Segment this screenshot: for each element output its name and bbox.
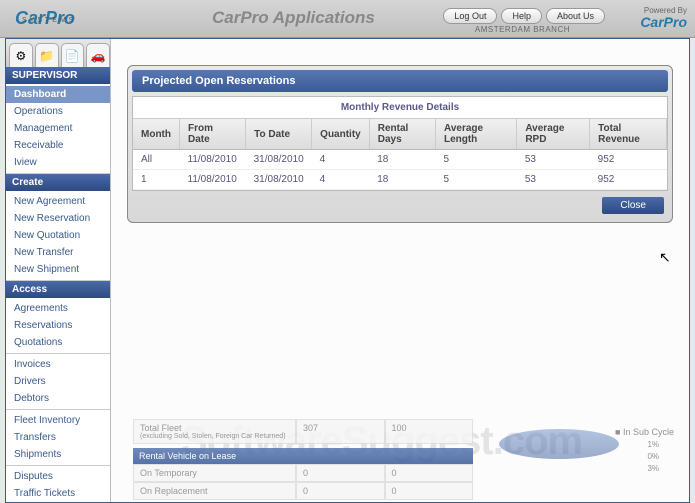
revenue-table: Month From Date To Date Quantity Rental … [133,119,667,190]
sidebar-item-management[interactable]: Management [6,120,110,137]
top-button-group: Log Out Help About Us [443,8,605,24]
col-to-date[interactable]: To Date [246,119,312,150]
modal-footer: Close [132,191,668,218]
main-frame: ⚙ 📁 📄 🚗 SUPERVISOR Dashboard Operations … [5,38,690,503]
sidebar: ⚙ 📁 📄 🚗 SUPERVISOR Dashboard Operations … [6,39,111,502]
folder-icon[interactable]: 📁 [35,43,59,67]
access-header: Access [6,281,110,298]
sidebar-item-new-reservation[interactable]: New Reservation [6,210,110,227]
modal-subtitle: Monthly Revenue Details [133,97,667,119]
total-fleet-v2: 100 [385,419,474,444]
col-quantity[interactable]: Quantity [312,119,370,150]
about-button[interactable]: About Us [546,8,605,24]
sidebar-item-invoices[interactable]: Invoices [6,356,110,373]
supervisor-header: SUPERVISOR [6,67,110,84]
logout-button[interactable]: Log Out [443,8,497,24]
bg-stats-panel: Total Fleet (excluding Sold, Stolen, For… [133,419,473,500]
sidebar-item-new-agreement[interactable]: New Agreement [6,193,110,210]
sidebar-item-quotations[interactable]: Quotations [6,334,110,351]
powered-by-logo: CarPro [640,14,687,30]
sidebar-item-dashboard[interactable]: Dashboard [6,86,110,103]
modal-body: Monthly Revenue Details Month From Date … [132,96,668,191]
table-row[interactable]: 1 11/08/2010 31/08/2010 4 18 5 53 952 [133,170,667,190]
on-temporary-v2: 0 [385,464,474,482]
col-total-revenue[interactable]: Total Revenue [590,119,667,150]
pie-pct-2: 0% [647,451,659,463]
sidebar-item-new-shipment[interactable]: New Shipment [6,261,110,278]
sidebar-item-new-quotation[interactable]: New Quotation [6,227,110,244]
sidebar-item-shipments[interactable]: Shipments [6,446,110,463]
sidebar-item-fleet-inventory[interactable]: Fleet Inventory [6,412,110,429]
table-row[interactable]: All 11/08/2010 31/08/2010 4 18 5 53 952 [133,150,667,170]
total-fleet-v1: 307 [296,419,385,444]
sidebar-item-debtors[interactable]: Debtors [6,390,110,407]
col-rental-days[interactable]: Rental Days [369,119,435,150]
pie-labels: 1% 0% 3% [647,439,659,475]
modal-title: Projected Open Reservations [132,70,668,92]
col-avg-rpd[interactable]: Average RPD [517,119,590,150]
create-header: Create [6,174,110,191]
sidebar-item-agreements[interactable]: Agreements [6,300,110,317]
gear-icon[interactable]: ⚙ [9,43,33,67]
top-bar: CarPro SYSTEMS CarPro Applications Log O… [0,0,695,38]
on-temporary-v1: 0 [296,464,385,482]
sidebar-item-operations[interactable]: Operations [6,103,110,120]
pie-pct-3: 3% [647,463,659,475]
pie-pct-1: 1% [647,439,659,451]
app-title: CarPro Applications [212,8,375,28]
content-area: SoftwareSuggest.com 1% 0% 3% ■ In Sub Cy… [111,39,689,502]
logo-subtext: SYSTEMS [22,17,76,24]
sidebar-item-disputes[interactable]: Disputes [6,468,110,485]
cursor-icon: ↖ [659,249,671,266]
document-icon[interactable]: 📄 [61,43,85,67]
car-icon[interactable]: 🚗 [86,43,110,67]
legend-item: ■ In Sub Cycle [615,427,674,437]
on-replacement-v1: 0 [296,482,385,500]
on-replacement-label: On Replacement [133,482,296,500]
modal-dialog: Projected Open Reservations Monthly Reve… [127,65,673,223]
pie-chart-bg [499,429,619,459]
col-month[interactable]: Month [133,119,180,150]
sidebar-item-receivable[interactable]: Receivable [6,137,110,154]
on-temporary-label: On Temporary [133,464,296,482]
total-fleet-label: Total Fleet (excluding Sold, Stolen, For… [133,419,296,444]
col-avg-length[interactable]: Average Length [435,119,516,150]
sidebar-item-drivers[interactable]: Drivers [6,373,110,390]
col-from-date[interactable]: From Date [180,119,246,150]
sidebar-item-traffic-tickets[interactable]: Traffic Tickets [6,485,110,502]
sidebar-item-reservations[interactable]: Reservations [6,317,110,334]
help-button[interactable]: Help [501,8,542,24]
branch-label: AMSTERDAM BRANCH [475,25,570,34]
tool-tabs: ⚙ 📁 📄 🚗 [6,39,110,67]
close-button[interactable]: Close [602,197,664,214]
sidebar-item-new-transfer[interactable]: New Transfer [6,244,110,261]
sidebar-item-transfers[interactable]: Transfers [6,429,110,446]
on-replacement-v2: 0 [385,482,474,500]
sidebar-item-iview[interactable]: Iview [6,154,110,171]
lease-header: Rental Vehicle on Lease [133,448,473,464]
